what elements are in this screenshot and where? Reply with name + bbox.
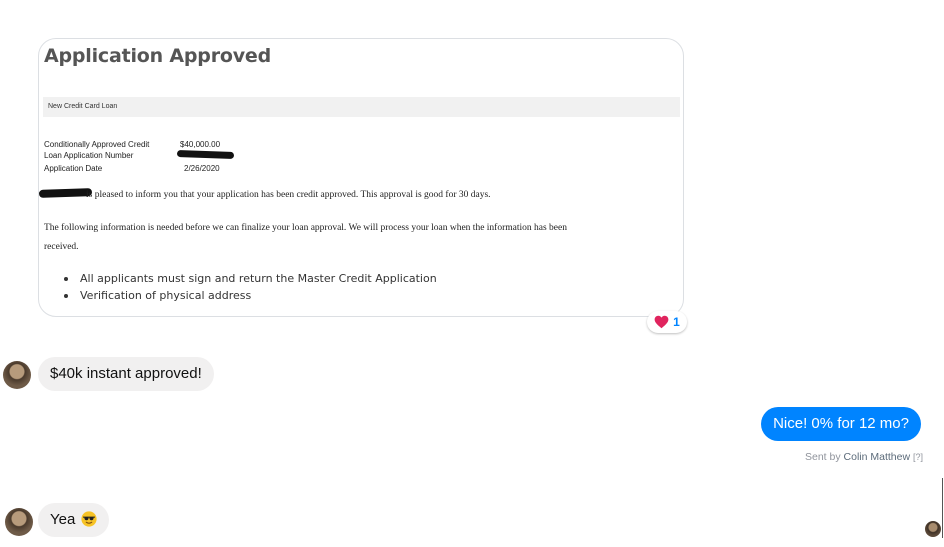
reaction-count: 1: [673, 315, 680, 329]
approval-sentence: is pleased to inform you that your appli…: [86, 190, 491, 200]
attachment-title: Application Approved: [44, 45, 272, 67]
avatar[interactable]: [5, 508, 33, 536]
incoming-message: Yea: [38, 503, 110, 537]
redaction-mark: [176, 150, 235, 159]
conversation-pane: Application Approved New Credit Card Loa…: [0, 0, 944, 547]
requirements-list: All applicants must sign and return the …: [64, 270, 437, 304]
info-needed-continued: received.: [44, 242, 79, 252]
message-text: Yea: [50, 511, 76, 528]
outgoing-message: Nice! 0% for 12 mo?: [761, 407, 921, 441]
heart-icon: [654, 315, 669, 329]
redaction-mark: [39, 188, 93, 198]
field-label: Loan Application Number: [44, 151, 134, 160]
attachment-section-band: New Credit Card Loan: [43, 97, 680, 117]
incoming-message: $40k instant approved!: [38, 357, 214, 391]
field-label: Conditionally Approved Credit: [44, 140, 150, 149]
sent-by-prefix: Sent by: [805, 451, 841, 463]
field-value: $40,000.00: [180, 140, 221, 149]
field-value: 2/26/2020: [184, 164, 220, 173]
field-label: Application Date: [44, 164, 103, 173]
help-link[interactable]: [?]: [913, 452, 923, 462]
shared-image-attachment[interactable]: Application Approved New Credit Card Loa…: [38, 38, 684, 317]
seen-indicator-avatar: [925, 521, 941, 537]
avatar[interactable]: [3, 361, 31, 389]
info-needed-sentence: The following information is needed befo…: [44, 223, 567, 233]
attachment-section-label: New Credit Card Loan: [48, 103, 118, 110]
scroll-edge: [942, 478, 943, 538]
list-item: Verification of physical address: [64, 287, 437, 304]
sunglasses-emoji-icon: [81, 511, 98, 527]
sender-name-link[interactable]: Colin Matthew: [844, 451, 911, 463]
message-reaction[interactable]: 1: [647, 311, 687, 333]
list-item: All applicants must sign and return the …: [64, 270, 437, 287]
sent-by-label: Sent by Colin Matthew [?]: [805, 451, 923, 463]
